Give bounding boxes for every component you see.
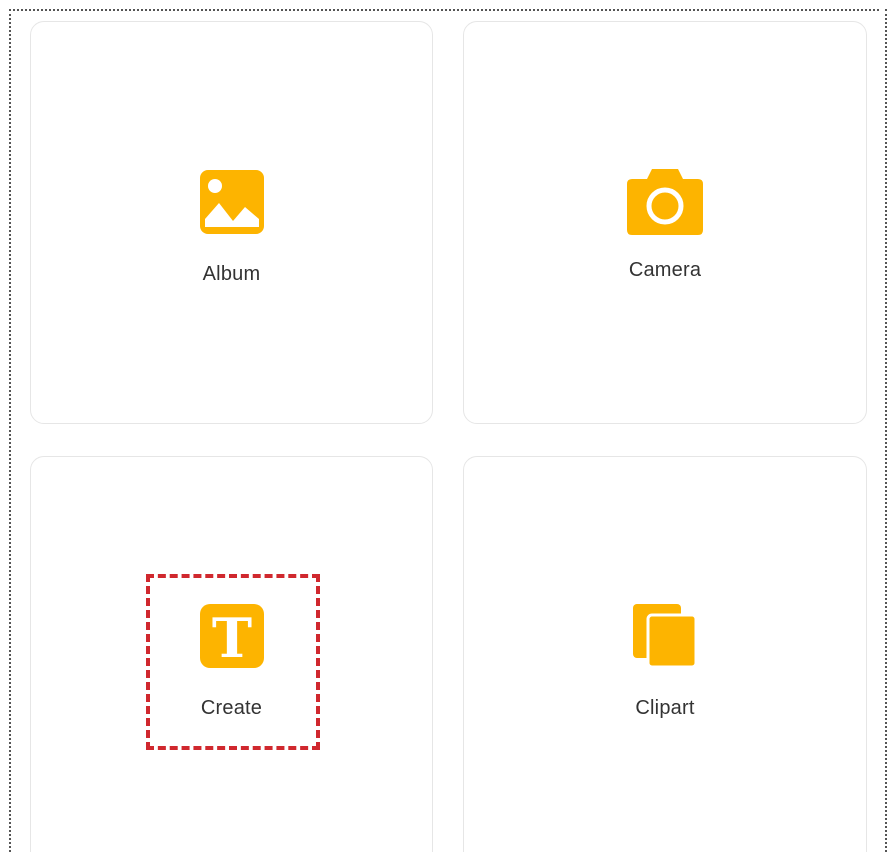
highlight-box — [146, 574, 320, 750]
camera-tile[interactable]: Camera — [463, 21, 867, 424]
camera-icon — [627, 169, 703, 235]
copy-icon — [633, 604, 698, 669]
camera-label: Camera — [628, 259, 702, 281]
source-picker-screen: Album Camera T Create Clipart — [0, 0, 887, 852]
dotted-border-left — [9, 9, 11, 852]
clipart-tile[interactable]: Clipart — [463, 456, 867, 852]
album-label: Album — [202, 263, 261, 285]
dotted-border-top — [9, 9, 879, 11]
image-icon — [199, 170, 264, 234]
album-tile[interactable]: Album — [30, 21, 433, 424]
clipart-label: Clipart — [635, 697, 695, 719]
